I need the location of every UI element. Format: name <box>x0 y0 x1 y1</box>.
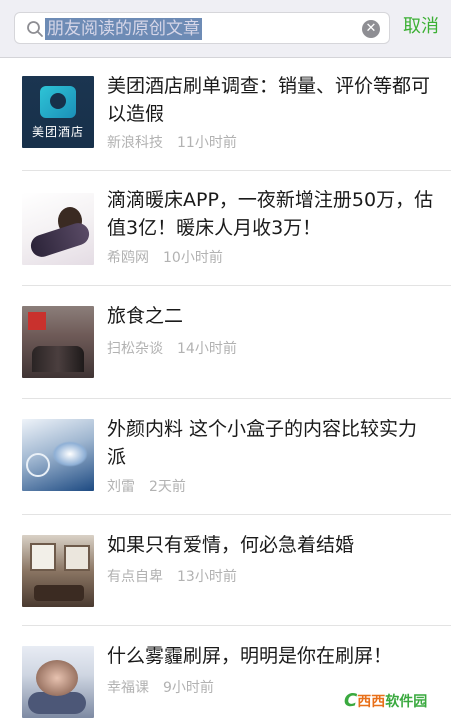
thumbnail-logo-text: 美团酒店 <box>31 125 84 139</box>
thumbnail-circle <box>26 453 50 477</box>
article-title: 外颜内料 这个小盒子的内容比较实力派 <box>107 418 418 468</box>
watermark-logo: C西西软件园 <box>344 689 427 713</box>
article-meta: 希鸥网 10小时前 <box>107 247 223 267</box>
list-item[interactable]: 如果只有爱情，何必急着结婚 有点自卑 13小时前 <box>0 515 451 625</box>
article-time: 14小时前 <box>177 341 237 357</box>
article-meta: 幸福课 9小时前 <box>107 677 214 697</box>
article-thumbnail <box>22 646 94 718</box>
article-source: 希鸥网 <box>107 250 149 266</box>
article-source: 新浪科技 <box>107 135 163 151</box>
article-thumbnail <box>22 306 94 378</box>
article-time: 13小时前 <box>177 569 237 585</box>
article-meta: 有点自卑 13小时前 <box>107 566 237 586</box>
thumbnail-window <box>64 545 90 571</box>
clear-icon[interactable]: ✕ <box>362 20 380 38</box>
article-meta: 新浪科技 11小时前 <box>107 132 237 152</box>
article-title: 滴滴暖床APP，一夜新增注册50万，估值3亿！暖床人月收3万！ <box>107 189 434 239</box>
thumbnail-sign <box>28 312 46 330</box>
article-time: 2天前 <box>149 479 186 495</box>
article-meta: 刘雷 2天前 <box>107 476 186 496</box>
watermark-suffix: 软件园 <box>385 694 428 710</box>
article-title: 美团酒店刷单调查：销量、评价等都可以造假 <box>107 75 431 125</box>
article-meta: 扫松杂谈 14小时前 <box>107 338 237 358</box>
list-item[interactable]: 滴滴暖床APP，一夜新增注册50万，估值3亿！暖床人月收3万！ 希鸥网 10小时前 <box>0 171 451 285</box>
article-source: 扫松杂谈 <box>107 341 163 357</box>
article-source: 幸福课 <box>107 680 149 696</box>
search-icon <box>27 21 43 37</box>
thumbnail-table <box>34 585 84 601</box>
article-source: 有点自卑 <box>107 569 163 585</box>
article-title: 旅食之二 <box>107 305 184 327</box>
thumbnail-glow <box>52 441 88 467</box>
article-title: 如果只有爱情，何必急着结婚 <box>107 534 355 556</box>
list-item[interactable]: 外颜内料 这个小盒子的内容比较实力派 刘雷 2天前 <box>0 399 451 514</box>
key-icon <box>40 86 76 118</box>
search-bar: 朋友阅读的原创文章 ✕ 取消 <box>0 0 451 58</box>
article-time: 11小时前 <box>177 135 237 151</box>
search-input[interactable]: 朋友阅读的原创文章 <box>45 18 202 40</box>
thumbnail-window <box>30 543 56 571</box>
article-thumbnail <box>22 535 94 607</box>
article-thumbnail <box>22 193 94 265</box>
article-thumbnail <box>22 419 94 491</box>
list-item[interactable]: 美团酒店 美团酒店刷单调查：销量、评价等都可以造假 新浪科技 11小时前 <box>0 58 451 170</box>
thumbnail-head <box>36 660 78 696</box>
cancel-button[interactable]: 取消 <box>403 14 439 40</box>
list-item[interactable]: 旅食之二 扫松杂谈 14小时前 <box>0 286 451 398</box>
article-time: 10小时前 <box>163 250 223 266</box>
thumbnail-people <box>32 346 84 372</box>
article-source: 刘雷 <box>107 479 135 495</box>
watermark-c: C <box>344 690 358 711</box>
article-thumbnail: 美团酒店 <box>22 76 94 148</box>
watermark-brand: 西西 <box>357 694 386 710</box>
search-field[interactable]: 朋友阅读的原创文章 ✕ <box>14 12 390 44</box>
article-title: 什么雾霾刷屏，明明是你在刷屏！ <box>107 645 393 667</box>
article-time: 9小时前 <box>163 680 214 696</box>
